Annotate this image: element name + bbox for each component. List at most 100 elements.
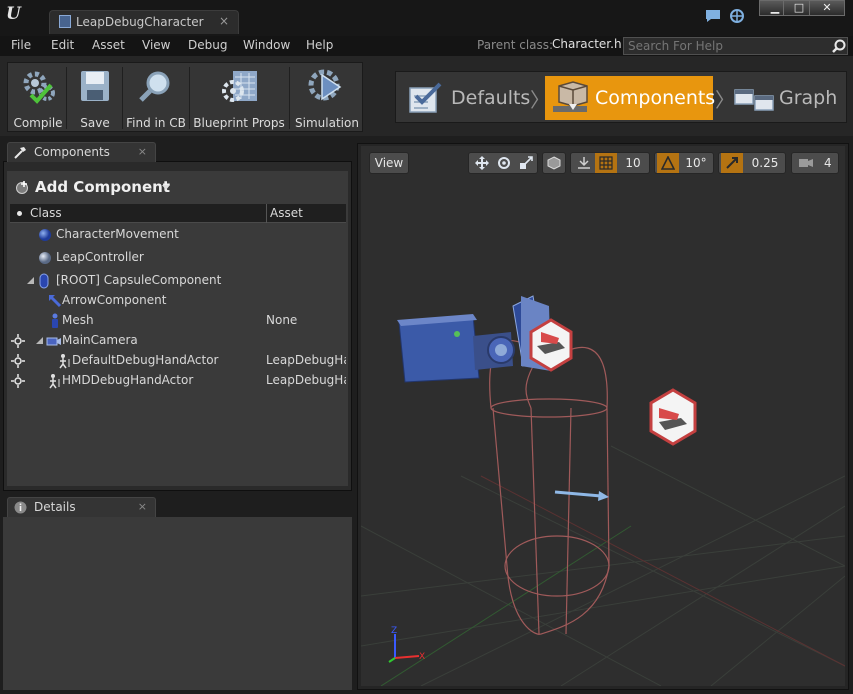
component-asset: LeapDebugHa <box>266 373 346 387</box>
viewport[interactable]: Z X View 10 10° 0.25 4 <box>361 146 845 686</box>
mode-defaults-label: Defaults <box>451 87 531 109</box>
surface-snap-button[interactable] <box>573 153 595 173</box>
chat-bubble-icon[interactable] <box>705 8 721 24</box>
component-name: DefaultDebugHandActor <box>72 353 219 367</box>
components-tab-close-button[interactable]: × <box>138 145 147 158</box>
scale-snap-value[interactable]: 0.25 <box>745 153 785 173</box>
component-row-charactermovement[interactable]: CharacterMovement <box>10 225 346 245</box>
floor-grid <box>361 445 845 686</box>
details-tab-label: Details <box>34 500 76 514</box>
chevron-down-icon <box>162 185 170 190</box>
mode-graph[interactable]: Graph <box>731 76 843 120</box>
scale-tool-button[interactable] <box>515 153 537 173</box>
rotate-tool-button[interactable] <box>493 153 515 173</box>
scale-snap-toggle[interactable] <box>721 153 743 173</box>
coordinate-system-button[interactable] <box>542 152 566 174</box>
column-header-class[interactable]: Class <box>30 206 62 220</box>
parent-class-label: Parent class: <box>477 38 554 52</box>
arrow-component-gizmo <box>554 490 609 501</box>
component-row-leapcontroller[interactable]: LeapController <box>10 248 346 268</box>
surface-snap-icon <box>578 157 590 169</box>
camera-icon <box>46 337 61 346</box>
component-row-capsulecomponent[interactable]: [ROOT] CapsuleComponent <box>10 271 346 291</box>
camera-speed-button[interactable]: 4 <box>791 152 839 174</box>
column-header-asset[interactable]: Asset <box>270 206 303 220</box>
sync-icon[interactable] <box>729 8 745 24</box>
menu-help[interactable]: Help <box>306 38 333 52</box>
details-tab-close-button[interactable]: × <box>138 500 147 513</box>
grid-snap-value[interactable]: 10 <box>619 153 647 173</box>
camera-speed-value: 4 <box>824 156 832 170</box>
translate-tool-button[interactable] <box>471 153 493 173</box>
component-name: [ROOT] CapsuleComponent <box>56 273 222 287</box>
rotation-snap-group: 10° <box>654 152 714 174</box>
document-tab[interactable]: LeapDebugCharacter × <box>49 10 239 34</box>
graph-nodes-icon <box>734 89 774 111</box>
menu-edit[interactable]: Edit <box>51 38 74 52</box>
defaults-checklist-icon <box>409 82 442 113</box>
component-name: ArrowComponent <box>62 293 167 307</box>
close-window-button[interactable]: ✕ <box>809 0 845 16</box>
search-icon[interactable] <box>832 39 846 53</box>
component-row-mesh[interactable]: Mesh None <box>10 311 346 331</box>
menu-view[interactable]: View <box>142 38 170 52</box>
help-search-input[interactable] <box>623 37 848 55</box>
camera-speed-icon <box>799 159 813 167</box>
tree-expand-arrow-icon[interactable] <box>27 277 35 285</box>
add-component-icon <box>16 181 28 194</box>
visibility-bullet-icon <box>17 211 22 216</box>
component-row-arrowcomponent[interactable]: ArrowComponent <box>10 291 346 311</box>
sphere-blue-icon <box>39 229 51 241</box>
blueprint-props-button[interactable]: Blueprint Props <box>192 63 286 133</box>
viewport-scene: Z X <box>361 295 845 686</box>
hammer-icon <box>14 147 26 159</box>
component-row-hmddebughandactor[interactable]: HMDDebugHandActor LeapDebugHa <box>10 371 346 391</box>
component-asset: LeapDebugHa <box>266 353 346 367</box>
compile-button[interactable]: Compile <box>9 63 67 133</box>
components-panel-tab[interactable]: Components × <box>7 142 156 162</box>
grid-snap-toggle[interactable] <box>595 153 617 173</box>
add-component-label: Add Component <box>35 178 170 196</box>
menu-asset[interactable]: Asset <box>92 38 125 52</box>
simulation-button[interactable]: Simulation <box>292 63 362 133</box>
components-tab-label: Components <box>34 145 110 159</box>
component-name: Mesh <box>62 313 94 327</box>
info-icon <box>14 501 27 514</box>
transform-gizmo-icon <box>11 334 25 348</box>
tree-expand-arrow-icon[interactable] <box>36 337 44 345</box>
find-in-cb-button[interactable]: Find in CB <box>124 63 188 133</box>
transform-tools-group <box>468 152 538 174</box>
component-list-header: Class Asset <box>10 204 346 223</box>
grid-snap-group: 10 <box>570 152 650 174</box>
toolbar-group: Compile Save Find in CB Blueprint Props … <box>7 62 363 132</box>
component-row-maincamera[interactable]: MainCamera <box>10 331 346 351</box>
details-panel-tab[interactable]: Details × <box>7 497 156 517</box>
menu-window[interactable]: Window <box>243 38 290 52</box>
transform-gizmo-icon <box>11 374 25 388</box>
view-options-button[interactable]: View <box>369 152 409 174</box>
scale-snap-icon <box>726 157 738 169</box>
rotation-snap-toggle[interactable] <box>657 153 679 173</box>
document-tab-close-button[interactable]: × <box>219 14 229 28</box>
mode-defaults[interactable]: Defaults <box>404 76 532 120</box>
grid-icon <box>599 156 613 170</box>
menu-debug[interactable]: Debug <box>188 38 227 52</box>
component-row-defaultdebughandactor[interactable]: DefaultDebugHandActor LeapDebugHa <box>10 351 346 371</box>
parent-class-link[interactable]: Character.h <box>552 37 622 51</box>
rotation-snap-value[interactable]: 10° <box>681 153 711 173</box>
hand-actor-billboard <box>649 388 697 446</box>
mode-components[interactable]: Components <box>545 76 715 120</box>
move-arrows-icon <box>475 156 489 170</box>
details-panel <box>3 517 352 690</box>
menu-file[interactable]: File <box>11 38 31 52</box>
mesh-figure-icon <box>52 313 58 328</box>
save-button[interactable]: Save <box>68 63 122 133</box>
simulation-label: Simulation <box>295 116 359 130</box>
grid-x-axis-line <box>480 475 845 667</box>
rotate-icon <box>498 157 510 169</box>
world-cube-icon <box>547 156 561 170</box>
arrow-component-icon <box>48 294 62 308</box>
capsule-icon <box>39 273 49 289</box>
unreal-logo-icon[interactable]: U <box>6 4 28 26</box>
angle-icon <box>660 155 676 170</box>
